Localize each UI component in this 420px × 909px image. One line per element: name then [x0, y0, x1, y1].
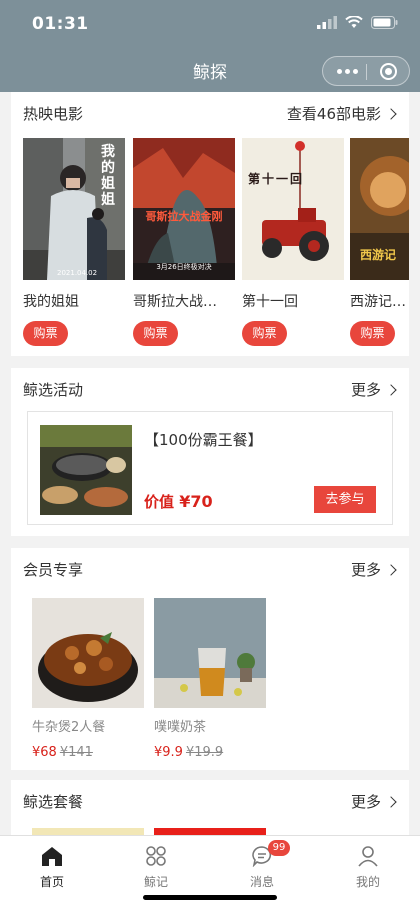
grid-icon [146, 846, 166, 866]
close-icon[interactable] [380, 63, 397, 80]
product-price: ¥68 ¥141 [32, 745, 144, 760]
status-bar: 01:31 [0, 0, 420, 50]
poster-date: 2021.04.02 [57, 269, 98, 277]
activity-image[interactable] [40, 425, 132, 515]
product-image[interactable] [32, 598, 144, 708]
activity-name: 【100份霸王餐】 [144, 431, 263, 449]
poster-date: 3月26日终极对决 [156, 263, 212, 271]
home-icon [42, 847, 62, 866]
buy-ticket-button[interactable]: 购票 [23, 321, 68, 346]
nav-bar: 鲸探 [0, 50, 420, 92]
vip-more-link[interactable]: 更多 [350, 559, 397, 580]
activity-price: 价值 ¥70 [144, 491, 213, 512]
original-price: ¥19.9 [185, 745, 224, 760]
chevron-right-icon [385, 107, 397, 120]
product-name: 噗噗奶茶 [154, 720, 207, 735]
capsule-divider [366, 64, 367, 80]
sets-section: 鲸选套餐 更多 [11, 780, 409, 840]
chevron-right-icon [385, 795, 397, 808]
activity-price-label: 价值 [144, 493, 175, 511]
movies-section: 热映电影 查看46部电影 我的姐姐 2021.04.02 我的姐姐 购票 哥斯拉… [11, 92, 409, 356]
product-image[interactable] [154, 598, 266, 708]
poster-title: 第十一回 [248, 172, 305, 186]
activity-section: 鲸选活动 更多 【100份霸王餐】 价值 ¥70 去参与 [11, 368, 409, 536]
product-name: 牛杂煲2人餐 [32, 720, 106, 735]
activity-more-link[interactable]: 更多 [350, 379, 397, 400]
activity-price-value: ¥70 [179, 492, 213, 511]
movie-poster[interactable]: 第十一回 [242, 138, 344, 280]
wifi-icon [345, 16, 363, 28]
join-button[interactable]: 去参与 [314, 486, 376, 513]
original-price: ¥141 [59, 745, 93, 760]
buy-ticket-button[interactable]: 购票 [242, 321, 287, 346]
movie-name: 我的姐姐 [23, 294, 79, 310]
movie-item[interactable]: 哥斯拉大战金刚 3月26日终极对决 哥斯拉大战… 购票 [133, 138, 235, 346]
sets-more-label: 更多 [350, 793, 381, 811]
movies-more-label: 查看46部电影 [286, 105, 381, 123]
poster-title: 西游记 [360, 248, 397, 262]
buy-ticket-button[interactable]: 购票 [350, 321, 395, 346]
tab-profile[interactable]: 我的 [338, 844, 398, 890]
movie-name: 西游记… [350, 294, 406, 310]
sets-title: 鲸选套餐 [23, 793, 84, 811]
movies-more-link[interactable]: 查看46部电影 [286, 103, 397, 124]
current-price: ¥68 [32, 745, 57, 760]
vip-section: 会员专享 更多 牛杂煲2人餐 ¥68 ¥141 噗噗奶茶 ¥9.9 ¥19.9 [11, 548, 409, 770]
activity-item[interactable]: 【100份霸王餐】 价值 ¥70 去参与 [27, 411, 393, 525]
movies-title: 热映电影 [23, 105, 84, 123]
vip-product[interactable]: 牛杂煲2人餐 ¥68 ¥141 [32, 598, 144, 760]
movie-item[interactable]: 我的姐姐 2021.04.02 我的姐姐 购票 [23, 138, 125, 346]
vip-more-label: 更多 [350, 561, 381, 579]
movie-item[interactable]: 西游记 西游记… 购票 [350, 138, 409, 346]
product-price: ¥9.9 ¥19.9 [154, 745, 266, 760]
movie-poster[interactable]: 哥斯拉大战金刚 3月26日终极对决 [133, 138, 235, 280]
status-time: 01:31 [32, 14, 89, 34]
tab-label: 鲸记 [143, 875, 168, 889]
battery-icon [371, 16, 398, 29]
signal-icon [317, 16, 337, 29]
poster-title: 我的姐姐 [101, 144, 115, 208]
activity-more-label: 更多 [350, 381, 381, 399]
movie-poster[interactable]: 我的姐姐 2021.04.02 [23, 138, 125, 280]
mini-program-capsule [322, 56, 410, 86]
status-icons [317, 16, 398, 29]
tab-label: 消息 [249, 875, 274, 889]
sets-more-link[interactable]: 更多 [350, 791, 397, 812]
movie-item[interactable]: 第十一回 第十一回 购票 [242, 138, 344, 346]
vip-title: 会员专享 [23, 561, 84, 579]
more-icon[interactable] [337, 69, 358, 74]
tab-label: 首页 [39, 875, 64, 889]
chevron-right-icon [385, 563, 397, 576]
tab-notes[interactable]: 鲸记 [126, 844, 186, 890]
buy-ticket-button[interactable]: 购票 [133, 321, 178, 346]
movie-name: 第十一回 [242, 294, 298, 310]
tab-messages[interactable]: 99 消息 [232, 840, 292, 890]
home-indicator [143, 895, 277, 900]
chevron-right-icon [385, 383, 397, 396]
current-price: ¥9.9 [154, 745, 183, 760]
movie-poster[interactable]: 西游记 [350, 138, 409, 280]
user-icon [358, 846, 378, 867]
movie-name: 哥斯拉大战… [133, 294, 217, 310]
vip-product[interactable]: 噗噗奶茶 ¥9.9 ¥19.9 [154, 598, 266, 760]
poster-title: 哥斯拉大战金刚 [145, 210, 223, 223]
unread-badge: 99 [268, 840, 290, 856]
tab-home[interactable]: 首页 [22, 844, 82, 890]
tab-label: 我的 [355, 875, 380, 889]
activity-title: 鲸选活动 [23, 381, 84, 399]
